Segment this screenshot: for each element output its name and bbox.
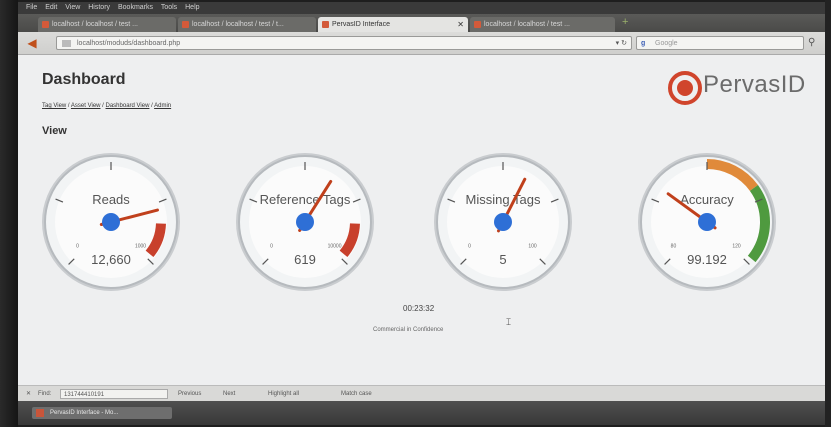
gauge-value: 99.192	[687, 252, 727, 267]
timer: 00:23:32	[403, 304, 435, 313]
find-input[interactable]: 131744410191	[60, 389, 168, 399]
gauge-panel: Reads0 100012,660Reference Tags0 10000619M…	[42, 153, 776, 291]
menu-bookmarks[interactable]: Bookmarks	[118, 4, 153, 11]
find-next-button[interactable]: Next	[223, 386, 235, 402]
menu-tools[interactable]: Tools	[161, 4, 177, 11]
gauge-value: 12,660	[91, 252, 131, 267]
footer-note: Commercial in Confidence	[373, 327, 444, 333]
reload-icon[interactable]: ▾ ↻	[616, 37, 627, 51]
menu-history[interactable]: History	[88, 4, 110, 11]
tab-1[interactable]: localhost / localhost / test ...	[38, 17, 176, 32]
tab-label: PervasID Interface	[332, 21, 390, 28]
tab-2[interactable]: localhost / localhost / test / t...	[178, 17, 316, 32]
gauge-label: Reference Tags	[260, 192, 351, 207]
url-text: localhost/moduds/dashboard.php	[77, 40, 181, 47]
find-bar: ✕ Find: 131744410191 Previous Next Highl…	[18, 385, 825, 402]
menu-file[interactable]: File	[26, 4, 37, 11]
tab-active[interactable]: PervasID Interface ✕	[318, 17, 468, 32]
menu-edit[interactable]: Edit	[45, 4, 57, 11]
gauge-max-label: 10000	[328, 243, 342, 249]
gauge-2: Reference Tags 0 10000 619	[236, 153, 374, 291]
gauge-min-label: 0	[270, 243, 273, 249]
tab-4[interactable]: localhost / localhost / test ...	[470, 17, 615, 32]
gauge-label: Missing Tags	[466, 192, 541, 207]
page-icon	[62, 40, 71, 47]
taskbar-item[interactable]: PervasID Interface - Mo...	[32, 407, 172, 419]
nav-toolbar: ◀ localhost/moduds/dashboard.php ▾ ↻ g G…	[18, 32, 825, 55]
favicon-icon	[322, 21, 329, 28]
browser-icon	[36, 409, 44, 417]
find-label: Find:	[38, 391, 52, 397]
search-icon[interactable]: ⚲	[808, 37, 815, 48]
url-bar[interactable]: localhost/moduds/dashboard.php ▾ ↻	[56, 36, 632, 50]
gauge-hub	[102, 213, 120, 231]
new-tab-icon[interactable]: +	[622, 16, 628, 28]
gauge-min-label: 0	[76, 243, 79, 249]
gauge-max-label: 100	[528, 243, 537, 249]
gauge-label: Accuracy	[680, 192, 734, 207]
screen: File Edit View History Bookmarks Tools H…	[18, 2, 825, 425]
gauge-label: Reads	[92, 192, 130, 207]
menu-bar: File Edit View History Bookmarks Tools H…	[18, 2, 825, 14]
tab-strip: localhost / localhost / test ... localho…	[18, 14, 825, 32]
search-input[interactable]: g Google	[636, 36, 804, 50]
google-icon: g	[641, 40, 646, 47]
text-cursor-icon: 𝙸	[505, 317, 513, 328]
close-find-icon[interactable]: ✕	[26, 386, 31, 402]
gauge-hub	[296, 213, 314, 231]
gauge-max-label: 1000	[135, 243, 146, 249]
tab-label: localhost / localhost / test ...	[484, 21, 570, 28]
tab-label: localhost / localhost / test ...	[52, 21, 138, 28]
monitor-bezel	[0, 0, 18, 427]
close-tab-icon[interactable]: ✕	[457, 17, 464, 32]
find-previous-button[interactable]: Previous	[178, 386, 201, 402]
gauge-min-label: 0	[468, 243, 471, 249]
favicon-icon	[474, 21, 481, 28]
highlight-all-button[interactable]: Highlight all	[268, 386, 299, 402]
search-placeholder: Google	[655, 40, 678, 47]
tab-label: localhost / localhost / test / t...	[192, 21, 284, 28]
taskbar: PervasID Interface - Mo...	[18, 401, 825, 425]
gauge-4: Accuracy 80 120 99.192	[638, 153, 776, 291]
monitor-bezel-right	[825, 0, 831, 427]
gauge-hub	[494, 213, 512, 231]
taskbar-item-label: PervasID Interface - Mo...	[50, 410, 119, 416]
gauge-min-label: 80	[671, 243, 677, 249]
gauge-3: Missing Tags 0 100 5	[434, 153, 572, 291]
gauge-max-label: 120	[732, 243, 741, 249]
match-case-checkbox[interactable]: Match case	[341, 386, 372, 402]
gauge-hub	[698, 213, 716, 231]
back-arrow-icon[interactable]: ◀	[24, 36, 40, 50]
gauge-value: 619	[294, 252, 316, 267]
menu-view[interactable]: View	[65, 4, 80, 11]
page-content: Dashboard Tag View / Asset View / Dashbo…	[18, 55, 825, 385]
gauge-1: Reads 0 1000 12,660	[42, 153, 180, 291]
gauge-value: 5	[499, 252, 506, 267]
menu-help[interactable]: Help	[185, 4, 199, 11]
favicon-icon	[182, 21, 189, 28]
favicon-icon	[42, 21, 49, 28]
